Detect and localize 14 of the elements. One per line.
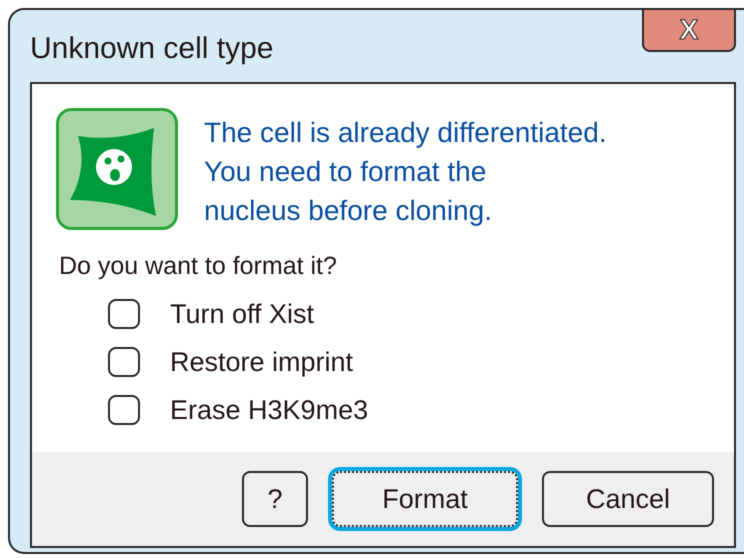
checkbox[interactable] — [108, 347, 140, 377]
message-text: You need to format the — [204, 155, 488, 189]
checkbox-label[interactable]: Restore imprint — [170, 346, 354, 378]
question-text: Do you want to format it? — [59, 252, 338, 281]
dialog-button[interactable]: Cancel — [542, 471, 714, 527]
message-text: The cell is already differentiated. — [204, 116, 607, 150]
surprised-cell-icon — [56, 108, 178, 230]
checkbox[interactable] — [108, 395, 140, 425]
dialog-button[interactable]: ? — [242, 471, 308, 527]
checkbox-label[interactable]: Turn off Xist — [170, 298, 314, 330]
checkbox[interactable] — [108, 299, 140, 329]
window-title: Unknown cell type — [30, 32, 274, 66]
message-text: nucleus before cloning. — [204, 194, 493, 228]
checkbox-label[interactable]: Erase H3K9me3 — [170, 394, 368, 426]
